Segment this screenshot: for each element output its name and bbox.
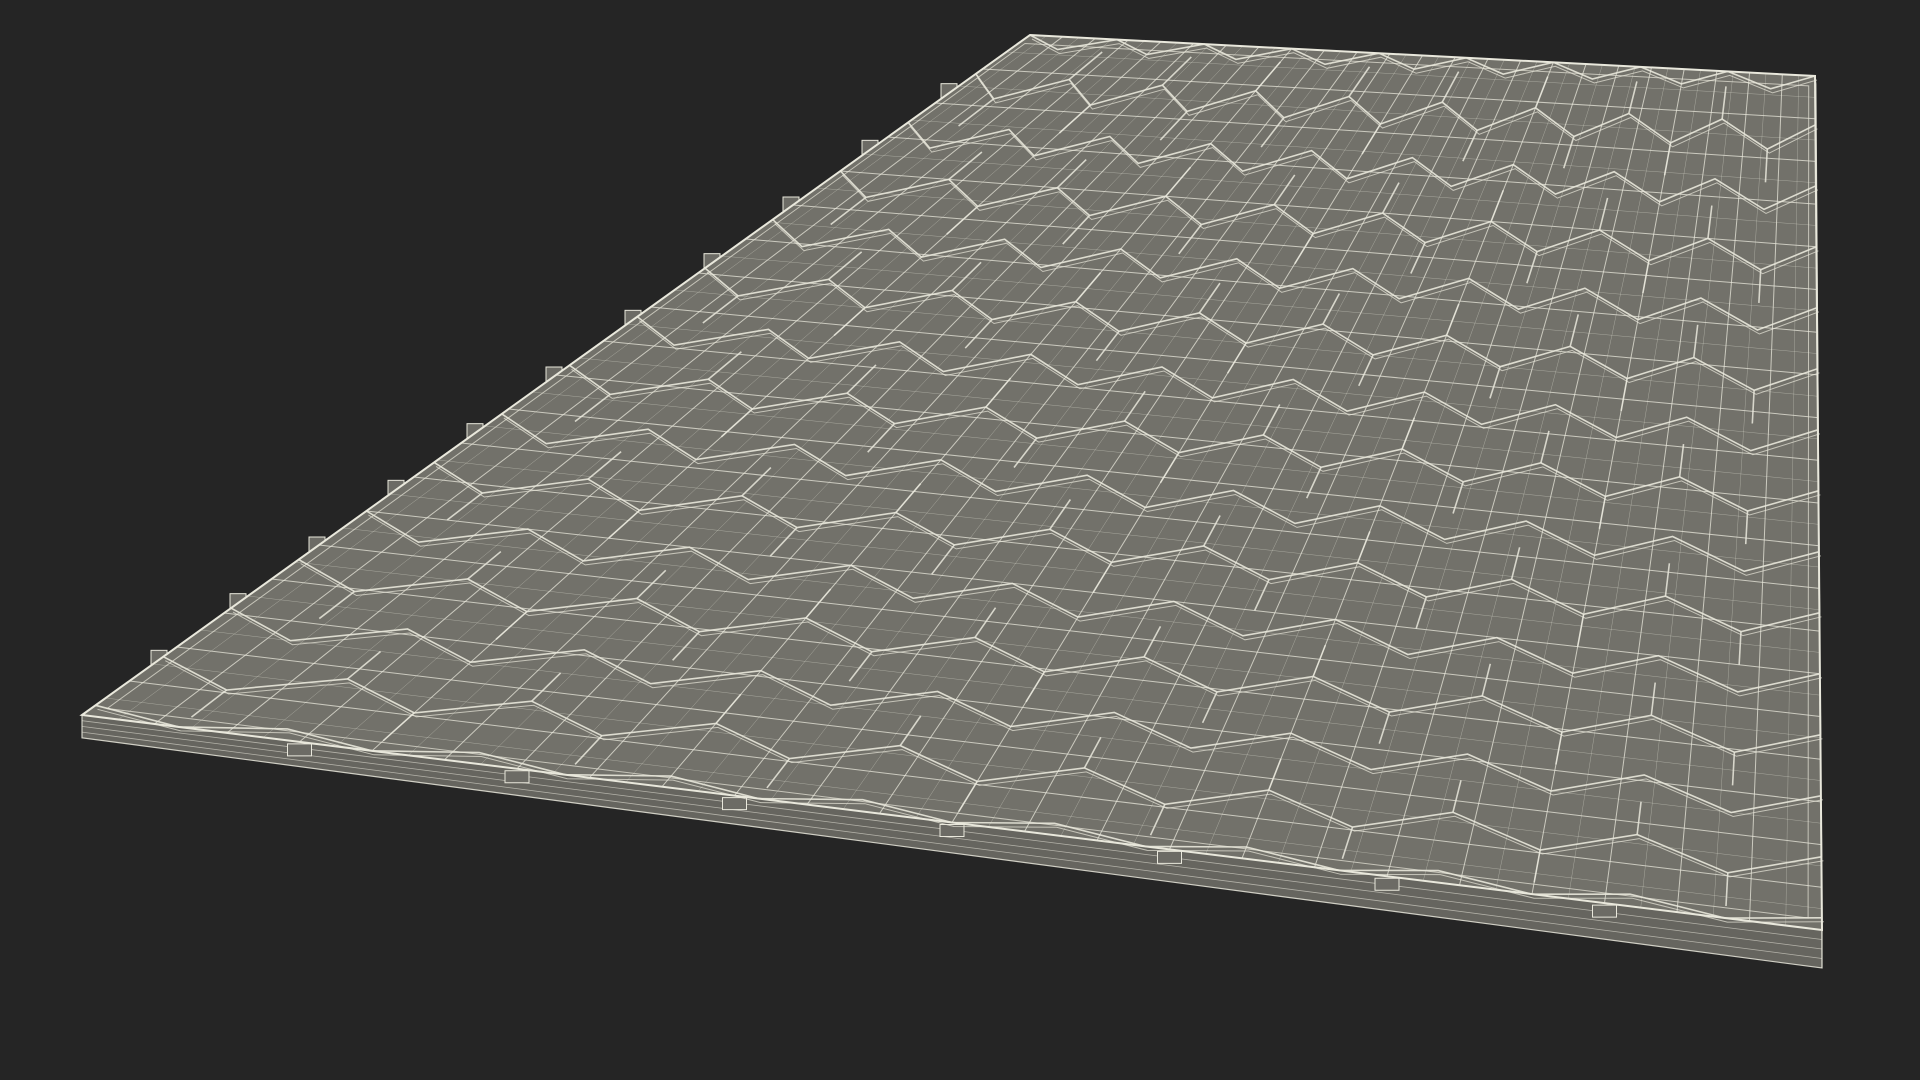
foot (1374, 877, 1400, 891)
floor-mat-model (79, 33, 1824, 969)
foot (1592, 904, 1617, 918)
foot (1157, 850, 1182, 864)
viewport-3d[interactable] (0, 0, 1920, 1080)
foot (287, 743, 312, 757)
foot (722, 797, 747, 811)
foot (504, 770, 530, 784)
